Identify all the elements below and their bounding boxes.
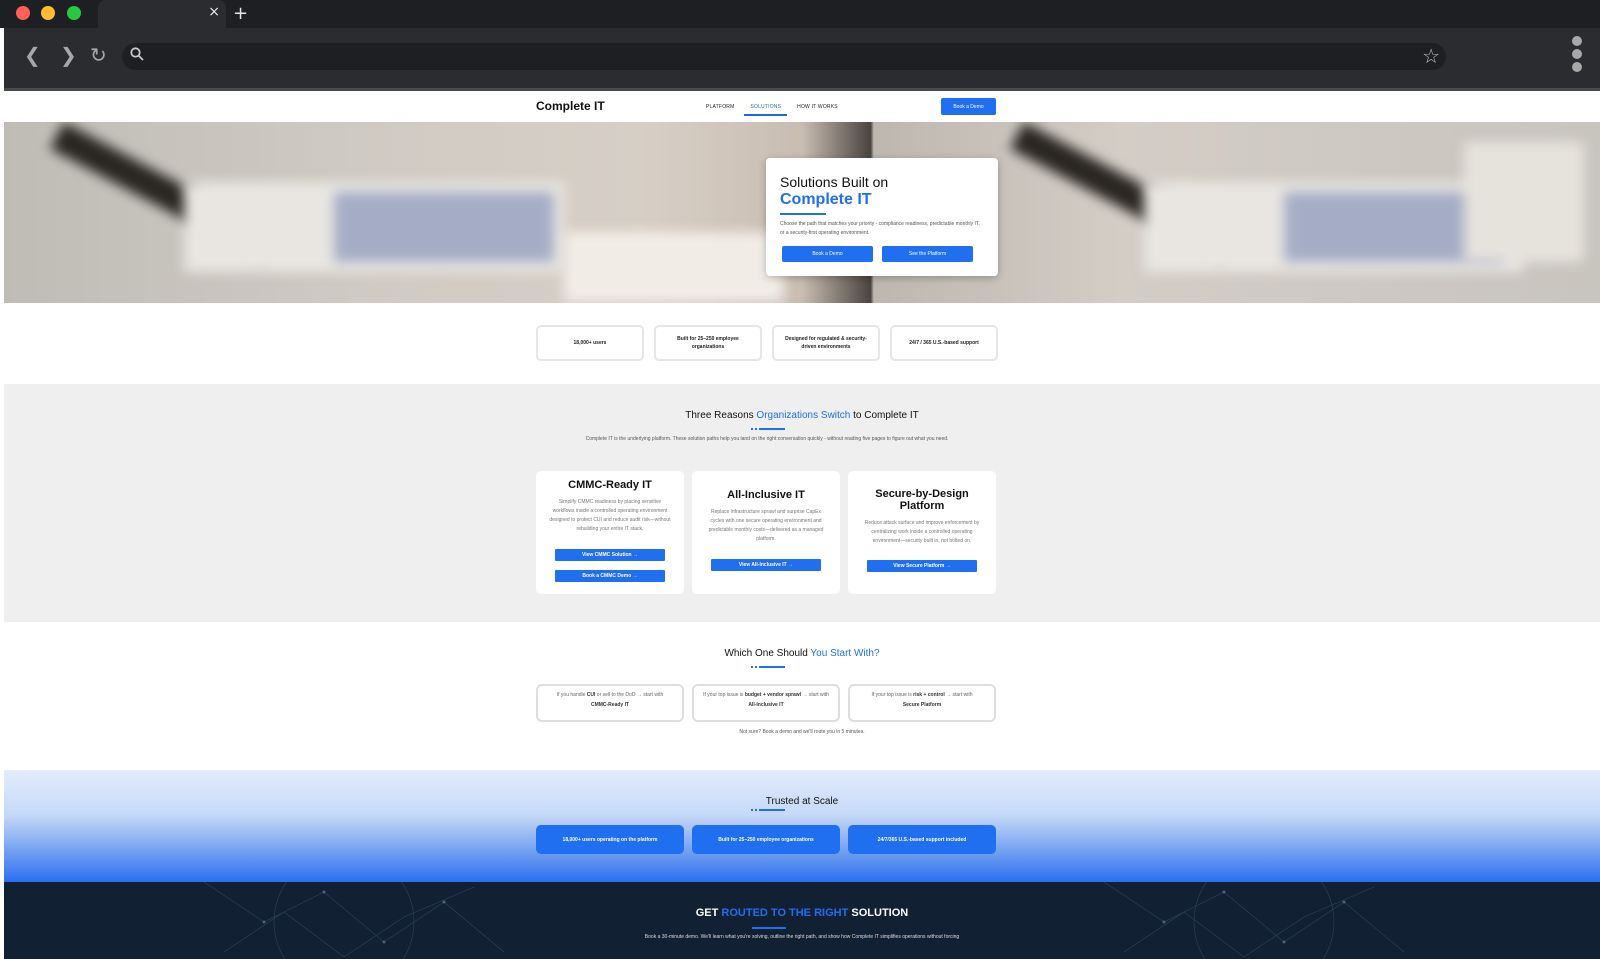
view-cmmc-solution-button[interactable]: View CMMC Solution → [555,549,665,561]
minimize-window-icon[interactable] [41,6,55,20]
search-icon [130,47,144,61]
trusted-orgs-button[interactable]: Built for 25–250 employee organizations [692,825,840,854]
choice-text: If you handle [556,692,587,698]
trusted-support-button[interactable]: 24/7/365 U.S.-based support included [848,825,996,854]
stats-row: 18,000+ users Built for 25–250 employee … [536,325,998,361]
hero-title-line1: Solutions Built on [780,174,889,190]
view-secure-platform-button[interactable]: View Secure Platform → [867,560,977,572]
which-section: Which One Should You Start With? If you … [4,622,1600,770]
stat-card: Designed for regulated & security-driven… [772,325,880,361]
cta-underline [752,927,786,929]
title-underline [761,809,785,811]
hero-card: Solutions Built on Complete IT Choose th… [766,158,998,276]
cta-description: Book a 30-minute demo. We'll learn what … [644,934,960,940]
hero-image-shape [1464,142,1584,262]
title-underline [761,666,785,668]
hero-underline [780,213,826,215]
new-tab-icon[interactable]: + [233,3,248,24]
main-nav: PLATFORM SOLUTIONS HOW IT WORKS [706,104,838,116]
solution-card-secure: Secure-by-Design Platform Reduce attack … [848,471,996,594]
title-underline [761,428,785,430]
card-title: CMMC-Ready IT [568,479,652,491]
choice-card[interactable]: If your top issue is risk + control → st… [848,684,996,722]
maximize-window-icon[interactable] [67,6,81,20]
reasons-title-highlight: Organizations Switch [756,410,851,421]
not-sure-text: Not sure? Book a demo and we'll route yo… [739,729,865,735]
reasons-section: Three Reasons Organizations Switch to Co… [4,384,1600,622]
tab-close-icon[interactable]: × [208,4,220,20]
browser-tab[interactable]: × [98,0,226,28]
cta-title-pre: GET [695,907,722,919]
hero-book-demo-button[interactable]: Book a Demo [782,246,873,262]
hero-section: Solutions Built on Complete IT Choose th… [4,122,1600,303]
nav-platform[interactable]: PLATFORM [706,104,734,116]
title-dots [751,666,761,668]
which-title-pre: Which One Should [724,648,811,659]
stat-card: 24/7 / 365 U.S.-based support [890,325,998,361]
which-title-highlight: You Start With? [810,648,880,659]
choice-text: → start with [944,692,973,698]
which-title: Which One Should You Start With? [4,648,1600,659]
cta-section: GET ROUTED TO THE RIGHT SOLUTION Book a … [4,882,1600,959]
hero-description: Choose the path that matches your priori… [780,221,980,236]
view-all-inclusive-button[interactable]: View All-Inclusive IT → [711,559,821,571]
card-description: Reduce attack surface and improve enforc… [864,520,980,544]
book-cmmc-demo-button[interactable]: Book a CMMC Demo → [555,570,665,582]
card-title-line1: Secure-by-Design [875,488,969,500]
choice-text: If your top issue is [703,692,745,698]
bookmark-star-icon[interactable]: ☆ [1422,44,1440,68]
choice-solution: All-Inclusive IT [748,702,784,708]
choice-bold: budget + vendor sprawl [744,692,802,698]
solution-card-all-inclusive: All-Inclusive IT Replace infrastructure … [692,471,840,594]
cta-title-highlight: ROUTED TO THE RIGHT [721,907,849,919]
solution-card-cmmc: CMMC-Ready IT Simplify CMMC readiness by… [536,471,684,594]
hero-see-platform-button[interactable]: See the Platform [882,246,973,262]
hero-image-shape [564,232,784,302]
card-title: All-Inclusive IT [727,489,805,501]
stat-card: Built for 25–250 employee organizations [654,325,762,361]
nav-how-it-works[interactable]: HOW IT WORKS [797,104,838,116]
reasons-title-pre: Three Reasons [685,410,757,421]
choice-solution: CMMC-Ready IT [590,702,630,708]
choice-bold: risk + control [913,692,945,698]
network-background [203,882,1405,959]
reasons-title: Three Reasons Organizations Switch to Co… [4,410,1600,421]
browser-toolbar: ❮ ❯ ↻ ☆ [4,28,1600,88]
close-window-icon[interactable] [16,6,30,20]
stat-card: 18,000+ users [536,325,644,361]
choice-text: If your top issue is [871,692,914,698]
header-book-demo-button[interactable]: Book a Demo [941,98,996,115]
choice-card[interactable]: If you handle CUI or sell to the DoD → s… [536,684,684,722]
title-dots [751,428,761,430]
back-icon[interactable]: ❮ [24,43,41,67]
hero-image-shape [334,192,554,262]
site-logo[interactable]: Complete IT [536,99,605,113]
title-dots [751,809,761,811]
nav-solutions[interactable]: SOLUTIONS [744,104,788,116]
trusted-section: Trusted at Scale 18,000+ users operating… [4,770,1600,882]
reasons-description: Complete IT is the underlying platform. … [585,436,949,442]
trusted-users-button[interactable]: 18,000+ users operating on the platform [536,825,684,854]
browser-menu-icon[interactable] [1572,36,1582,75]
address-bar[interactable]: ☆ [122,43,1446,70]
cta-title-post: SOLUTION [848,907,909,919]
reload-icon[interactable]: ↻ [90,43,107,67]
card-description: Simplify CMMC readiness by placing sensi… [549,499,671,532]
choice-text: or sell to the DoD → start with [595,692,664,698]
choice-card[interactable]: If your top issue is budget + vendor spr… [692,684,840,722]
site-header: Complete IT PLATFORM SOLUTIONS HOW IT WO… [4,91,1600,122]
trusted-title: Trusted at Scale [765,796,839,807]
choice-text: → start with [801,692,829,698]
forward-icon[interactable]: ❯ [60,43,77,67]
browser-tab-bar: × + [0,0,1600,28]
choice-solution: Secure Platform [902,702,942,708]
web-page: Complete IT PLATFORM SOLUTIONS HOW IT WO… [4,91,1600,959]
card-description: Replace infrastructure sprawl and surpri… [708,509,824,542]
cta-title: GET ROUTED TO THE RIGHT SOLUTION [4,907,1600,919]
reasons-title-post: to Complete IT [850,410,919,421]
card-title-line2: Platform [899,500,945,512]
hero-title-line2: Complete IT [780,191,872,208]
